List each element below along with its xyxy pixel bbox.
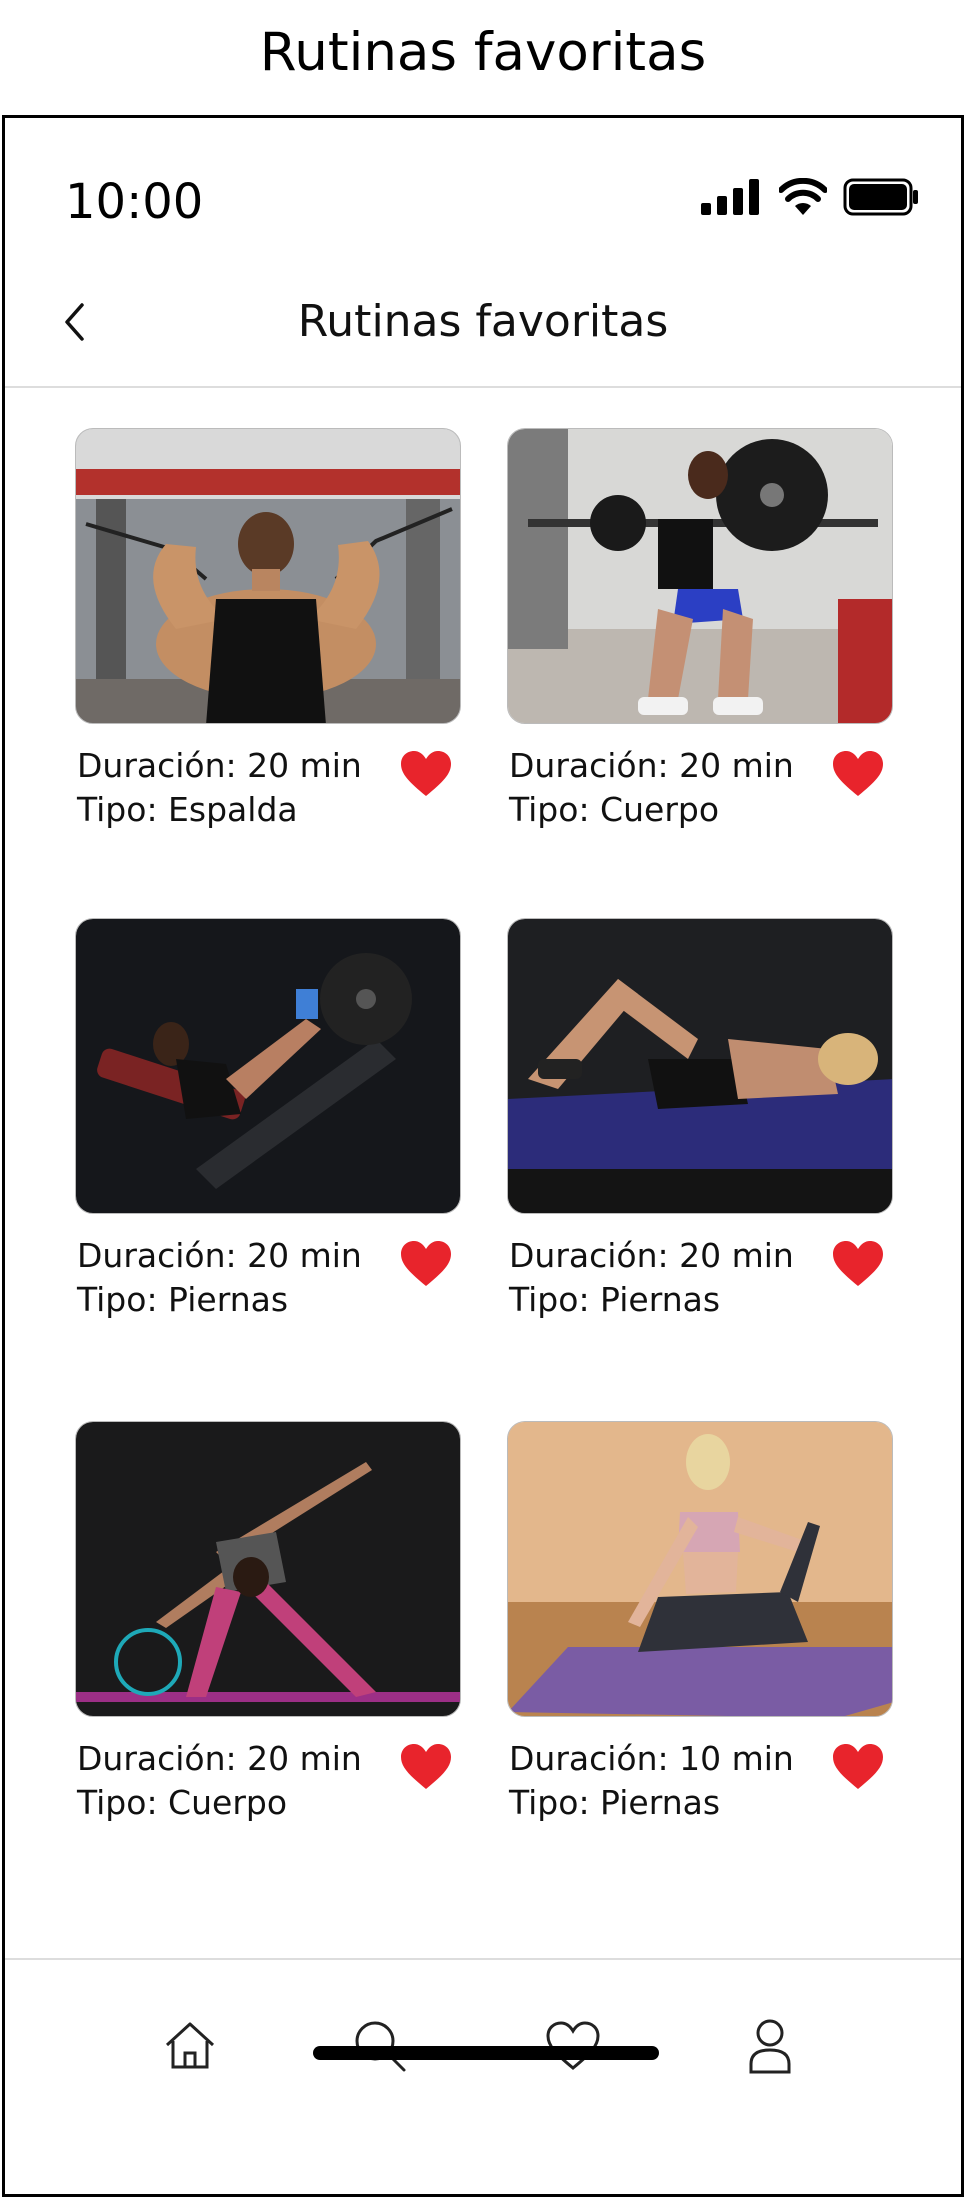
routine-image[interactable] xyxy=(75,918,461,1214)
wifi-icon xyxy=(779,178,827,215)
routine-type: Tipo: Piernas xyxy=(77,1280,289,1319)
heart-filled-icon xyxy=(401,751,451,796)
routine-info: Duración: 20 min Tipo: Piernas xyxy=(77,1234,362,1322)
routine-duration: Duración: 20 min xyxy=(77,746,362,785)
routine-info: Duración: 10 min Tipo: Piernas xyxy=(509,1737,794,1825)
routine-image[interactable] xyxy=(507,428,893,724)
heart-filled-icon xyxy=(833,1241,883,1286)
man-back-cable-workout-photo xyxy=(76,429,460,723)
routine-image[interactable] xyxy=(507,918,893,1214)
tab-home[interactable] xyxy=(160,2016,220,2076)
favorite-button[interactable] xyxy=(399,1240,453,1288)
navigation-bar: Rutinas favoritas xyxy=(5,268,961,388)
routine-card[interactable]: Duración: 20 min Tipo: Cuerpo xyxy=(75,1421,461,1822)
routine-duration: Duración: 20 min xyxy=(509,746,794,785)
favorite-button[interactable] xyxy=(831,1743,885,1791)
favorite-button[interactable] xyxy=(399,1743,453,1791)
routine-image[interactable] xyxy=(507,1421,893,1717)
page-caption: Rutinas favoritas xyxy=(259,22,707,83)
favorite-button[interactable] xyxy=(399,750,453,798)
phone-screen: 10:00 Rutinas favoritas Duración: 20 min… xyxy=(2,115,964,2197)
routine-info: Duración: 20 min Tipo: Piernas xyxy=(509,1234,794,1322)
woman-crunch-on-mat-photo xyxy=(508,919,892,1213)
favorite-button[interactable] xyxy=(831,1240,885,1288)
home-indicator xyxy=(313,2046,659,2060)
routine-image[interactable] xyxy=(75,1421,461,1717)
routine-type: Tipo: Espalda xyxy=(77,790,298,829)
routine-type: Tipo: Cuerpo xyxy=(77,1783,288,1822)
heart-filled-icon xyxy=(401,1744,451,1789)
woman-triangle-pose-photo xyxy=(76,1422,460,1716)
routine-type: Tipo: Cuerpo xyxy=(509,790,720,829)
routine-duration: Duración: 20 min xyxy=(509,1236,794,1275)
routine-card[interactable]: Duración: 20 min Tipo: Cuerpo xyxy=(507,428,893,829)
routine-duration: Duración: 20 min xyxy=(77,1739,362,1778)
page-title: Rutinas favoritas xyxy=(297,296,669,347)
heart-filled-icon xyxy=(833,751,883,796)
woman-barbell-squat-photo xyxy=(508,429,892,723)
routine-info: Duración: 20 min Tipo: Cuerpo xyxy=(77,1737,362,1825)
routine-type: Tipo: Piernas xyxy=(509,1280,721,1319)
routine-image[interactable] xyxy=(75,428,461,724)
routine-info: Duración: 20 min Tipo: Espalda xyxy=(77,744,362,832)
routine-card[interactable]: Duración: 20 min Tipo: Piernas xyxy=(507,918,893,1319)
heart-filled-icon xyxy=(401,1241,451,1286)
cellular-signal-icon xyxy=(701,179,759,215)
routine-card[interactable]: Duración: 10 min Tipo: Piernas xyxy=(507,1421,893,1822)
routine-duration: Duración: 10 min xyxy=(509,1739,794,1778)
user-icon xyxy=(749,2019,791,2074)
woman-yoga-stretch-photo xyxy=(508,1422,892,1716)
favorite-button[interactable] xyxy=(831,750,885,798)
woman-leg-press-photo xyxy=(76,919,460,1213)
heart-filled-icon xyxy=(833,1744,883,1789)
status-icons xyxy=(701,178,919,216)
bottom-tab-bar xyxy=(5,1958,961,2194)
routine-duration: Duración: 20 min xyxy=(77,1236,362,1275)
status-time: 10:00 xyxy=(65,174,204,230)
routine-card[interactable]: Duración: 20 min Tipo: Piernas xyxy=(75,918,461,1319)
routine-info: Duración: 20 min Tipo: Cuerpo xyxy=(509,744,794,832)
routine-type: Tipo: Piernas xyxy=(509,1783,721,1822)
status-bar: 10:00 xyxy=(5,118,961,268)
battery-icon xyxy=(843,178,918,216)
routine-card[interactable]: Duración: 20 min Tipo: Espalda xyxy=(75,428,461,829)
tab-profile[interactable] xyxy=(740,2016,800,2076)
home-icon xyxy=(165,2022,215,2069)
